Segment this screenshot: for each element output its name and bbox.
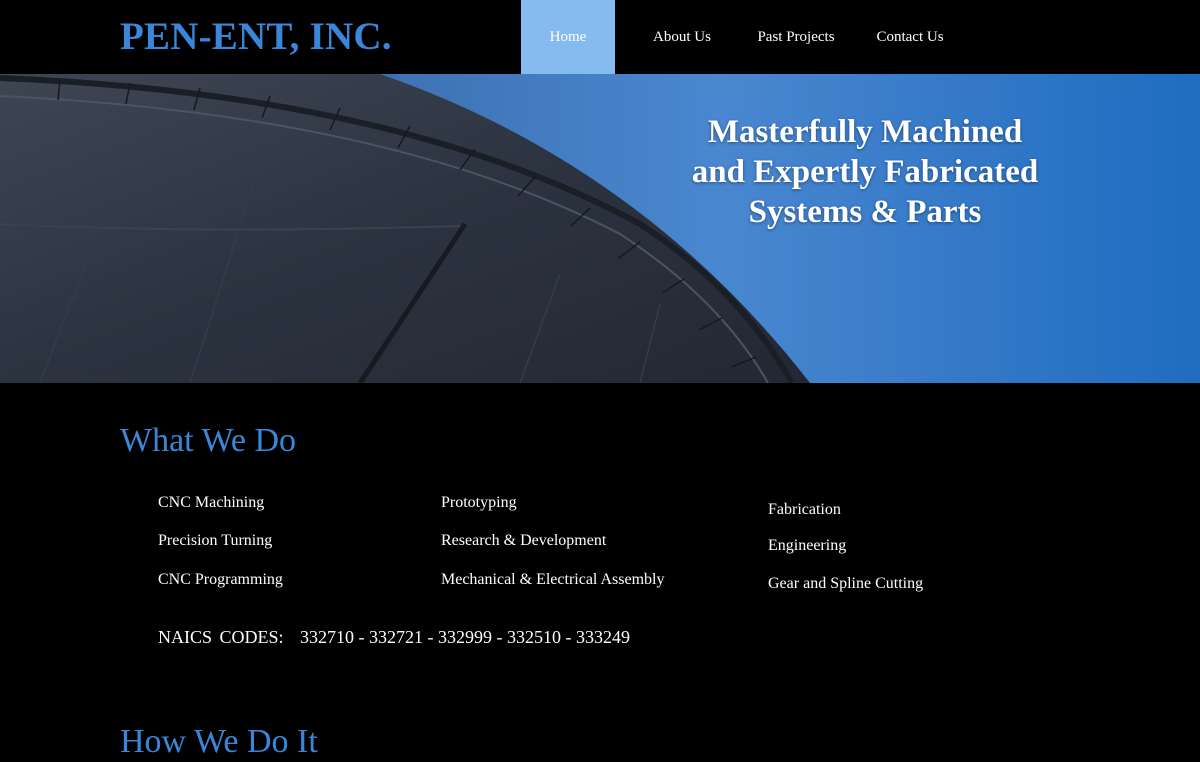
nav-past-projects[interactable]: Past Projects — [749, 0, 843, 74]
naics-values: 332710 - 332721 - 332999 - 332510 - 3332… — [300, 627, 631, 647]
service-cnc-machining: CNC Machining — [158, 494, 265, 511]
naics-codes: NAICS CODES: 332710 - 332721 - 332999 - … — [158, 627, 630, 648]
service-mech-elec-assembly: Mechanical & Electrical Assembly — [441, 571, 665, 588]
service-engineering: Engineering — [768, 537, 847, 554]
how-we-do-it-title: How We Do It — [120, 723, 318, 760]
hero-line-3: Systems & Parts — [748, 194, 982, 230]
hero-line-1: Masterfully Machined — [707, 114, 1023, 150]
site-logo[interactable]: PEN-ENT, INC. — [120, 14, 392, 60]
service-precision-turning: Precision Turning — [158, 532, 273, 549]
nav-contact-us[interactable]: Contact Us — [843, 0, 977, 74]
site-header: PEN-ENT, INC. Home About Us Past Project… — [0, 0, 1200, 74]
service-cnc-programming: CNC Programming — [158, 571, 283, 588]
service-fabrication: Fabrication — [768, 501, 841, 518]
nav-about-us[interactable]: About Us — [615, 0, 749, 74]
hero-headline: Masterfully Machined and Expertly Fabric… — [600, 112, 1130, 232]
naics-label: NAICS CODES: — [158, 627, 284, 647]
hero-banner: Masterfully Machined and Expertly Fabric… — [0, 74, 1200, 383]
hero-line-2: and Expertly Fabricated — [691, 154, 1039, 190]
service-prototyping: Prototyping — [441, 494, 517, 511]
service-gear-spline-cutting: Gear and Spline Cutting — [768, 575, 924, 592]
what-we-do-title: What We Do — [120, 422, 297, 459]
nav-home[interactable]: Home — [521, 0, 615, 74]
main-nav: Home About Us Past Projects Contact Us — [521, 0, 977, 74]
service-research-development: Research & Development — [441, 532, 607, 549]
